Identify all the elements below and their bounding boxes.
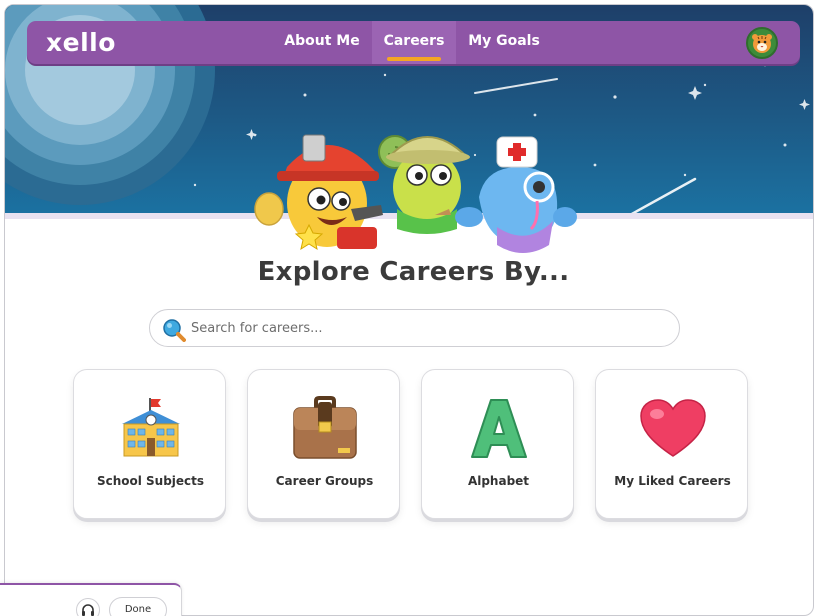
top-navigation: xello About Me Careers My Goals <box>27 21 800 64</box>
tiger-avatar-icon[interactable] <box>746 27 778 59</box>
search-icon <box>162 318 186 347</box>
nav-my-goals[interactable]: My Goals <box>461 21 547 64</box>
xello-logo[interactable]: xello <box>46 28 116 57</box>
career-mascots-illustration <box>254 134 577 253</box>
firefighter-mascot <box>254 134 383 251</box>
card-alphabet[interactable]: Alphabet <box>421 369 574 519</box>
letter-a-icon <box>422 396 575 460</box>
card-school-subjects[interactable]: School Subjects <box>73 369 226 519</box>
search-input[interactable]: Search for careers... <box>191 321 323 336</box>
nav-label: Careers <box>383 33 445 49</box>
card-my-liked-careers[interactable]: My Liked Careers <box>595 369 748 519</box>
active-tab-indicator <box>387 57 441 61</box>
card-label: School Subjects <box>96 474 205 488</box>
headphones-icon[interactable] <box>76 598 100 616</box>
page-headline: Explore Careers By... <box>257 257 570 287</box>
app-window: xello About Me Careers My Goals Explore … <box>4 4 814 616</box>
bottom-toolbar: Done <box>0 583 182 616</box>
nav-about-me[interactable]: About Me <box>277 21 367 64</box>
done-button[interactable]: Done <box>109 597 167 616</box>
card-label: Alphabet <box>467 474 530 488</box>
school-building-icon <box>74 396 227 460</box>
card-label: My Liked Careers <box>614 474 731 488</box>
career-search-bar[interactable]: Search for careers... <box>149 309 680 347</box>
nav-careers[interactable]: Careers <box>372 21 456 64</box>
nav-label: About Me <box>284 33 360 49</box>
heart-icon <box>596 396 749 460</box>
briefcase-icon <box>248 396 401 460</box>
card-career-groups[interactable]: Career Groups <box>247 369 400 519</box>
nurse-mascot <box>455 136 577 253</box>
card-label: Career Groups <box>275 474 374 488</box>
nav-label: My Goals <box>468 33 540 49</box>
